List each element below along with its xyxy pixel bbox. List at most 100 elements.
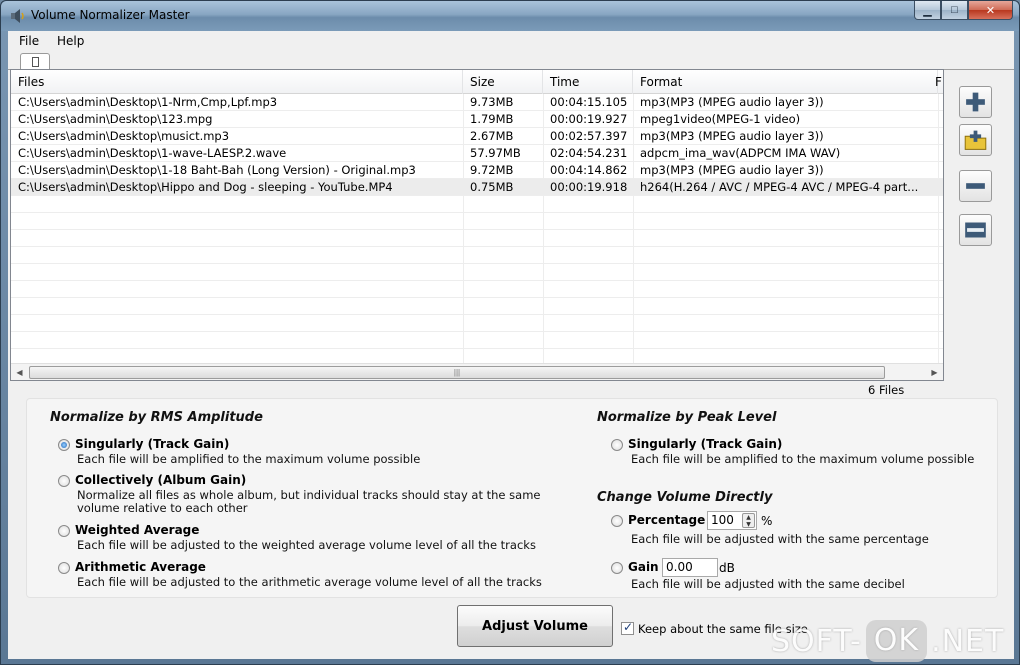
rms-option-label[interactable]: Weighted Average	[75, 523, 199, 537]
cell-file: C:\Users\admin\Desktop\1-Nrm,Cmp,Lpf.mp3	[18, 95, 278, 109]
scroll-right-icon[interactable]: ▶	[926, 364, 943, 381]
menu-help[interactable]: Help	[57, 34, 84, 48]
table-row	[11, 196, 943, 213]
list-body: C:\Users\admin\Desktop\1-Nrm,Cmp,Lpf.mp3…	[11, 94, 943, 364]
tab-strip	[8, 51, 1014, 71]
menu-bar: File Help	[8, 31, 1014, 51]
gain-value: 0.00	[666, 560, 693, 574]
table-row[interactable]: C:\Users\admin\Desktop\1-Nrm,Cmp,Lpf.mp3…	[11, 94, 943, 111]
minimize-button[interactable]: ▁	[914, 1, 941, 20]
rms-option-label[interactable]: Arithmetic Average	[75, 560, 206, 574]
adjust-volume-button[interactable]: Adjust Volume	[457, 605, 613, 647]
table-row	[11, 349, 943, 364]
percentage-value: 100	[711, 513, 734, 527]
rms-option-desc: Each file will be adjusted to the weight…	[77, 538, 536, 552]
rms-option-radio[interactable]	[58, 475, 70, 487]
options-panel: Normalize by RMS Amplitude Singularly (T…	[26, 398, 998, 598]
plus-icon	[966, 92, 985, 112]
table-row	[11, 247, 943, 264]
table-row[interactable]: C:\Users\admin\Desktop\Hippo and Dog - s…	[11, 179, 943, 196]
cell-time: 00:00:19.927	[550, 112, 628, 126]
cell-file: C:\Users\admin\Desktop\1-wave-LAESP.2.wa…	[18, 146, 287, 160]
cell-time: 02:04:54.231	[550, 146, 628, 160]
gain-label[interactable]: Gain	[628, 560, 659, 574]
horizontal-scrollbar[interactable]: ◀ ||| ▶	[11, 363, 943, 380]
direct-section-title: Change Volume Directly	[597, 490, 773, 505]
percentage-unit: %	[761, 514, 773, 528]
checkmark-icon: ✓	[623, 620, 634, 634]
scroll-left-icon[interactable]: ◀	[11, 364, 28, 381]
cell-format: mp3(MP3 (MPEG audio layer 3))	[640, 163, 824, 177]
table-row	[11, 213, 943, 230]
peak-singularly-radio[interactable]	[611, 439, 623, 451]
watermark-logo: SOFT- OK .NET	[771, 619, 1004, 663]
percentage-radio[interactable]	[611, 515, 623, 527]
scroll-thumb[interactable]: |||	[29, 366, 885, 379]
clear-list-icon	[965, 222, 986, 238]
cell-time: 00:04:14.862	[550, 163, 628, 177]
percentage-label[interactable]: Percentage	[628, 513, 705, 527]
rms-option-label[interactable]: Singularly (Track Gain)	[75, 437, 229, 451]
file-list[interactable]: Files Size Time Format F C:\Users\admin\…	[10, 69, 944, 381]
rms-option-radio[interactable]	[58, 525, 70, 537]
rms-option-radio[interactable]	[58, 439, 70, 451]
minus-icon	[966, 183, 985, 189]
title-bar[interactable]: Volume Normalizer Master ▁ □ ✕	[1, 1, 1019, 31]
watermark-ok: OK	[865, 620, 928, 662]
keep-size-checkbox[interactable]: ✓	[621, 620, 634, 635]
rms-section-title: Normalize by RMS Amplitude	[50, 410, 263, 425]
column-size[interactable]: Size	[463, 70, 543, 94]
document-icon	[32, 57, 39, 67]
table-row[interactable]: C:\Users\admin\Desktop\musict.mp3 2.67MB 0…	[11, 128, 943, 145]
cell-size: 1.79MB	[470, 112, 514, 126]
column-files[interactable]: Files	[11, 70, 463, 94]
cell-time: 00:04:15.105	[550, 95, 628, 109]
percentage-input[interactable]: 100 ▲ ▼	[707, 511, 757, 530]
watermark-left: SOFT-	[771, 623, 862, 659]
column-extra[interactable]: F	[933, 70, 945, 94]
table-row	[11, 332, 943, 349]
table-row[interactable]: C:\Users\admin\Desktop\1-wave-LAESP.2.wa…	[11, 145, 943, 162]
window-title: Volume Normalizer Master	[31, 8, 190, 22]
table-row	[11, 230, 943, 247]
gain-radio[interactable]	[611, 562, 623, 574]
add-folder-button[interactable]	[959, 124, 992, 156]
peak-singularly-desc: Each file will be amplified to the maxim…	[631, 452, 975, 466]
add-files-button[interactable]	[959, 86, 992, 118]
cell-format: mp3(MP3 (MPEG audio layer 3))	[640, 95, 824, 109]
app-window: Volume Normalizer Master ▁ □ ✕ File Help…	[0, 0, 1020, 665]
cell-size: 0.75MB	[470, 180, 514, 194]
cell-size: 2.67MB	[470, 129, 514, 143]
column-format[interactable]: Format	[633, 70, 938, 94]
close-button[interactable]: ✕	[968, 1, 1013, 20]
table-row	[11, 264, 943, 281]
cell-time: 00:00:19.918	[550, 180, 628, 194]
remove-file-button[interactable]	[959, 170, 992, 202]
column-time[interactable]: Time	[543, 70, 633, 94]
rms-option-radio[interactable]	[58, 562, 70, 574]
rms-option-label[interactable]: Collectively (Album Gain)	[75, 473, 246, 487]
peak-singularly-label[interactable]: Singularly (Track Gain)	[628, 437, 782, 451]
cell-format: adpcm_ima_wav(ADPCM IMA WAV)	[640, 146, 841, 160]
menu-file[interactable]: File	[19, 34, 39, 48]
table-row	[11, 281, 943, 298]
clear-list-button[interactable]	[959, 214, 992, 246]
client-area: File Help Files Size Time Format F C:\Us…	[8, 31, 1014, 659]
cell-file: C:\Users\admin\Desktop\123.mpg	[18, 112, 213, 126]
peak-section-title: Normalize by Peak Level	[597, 410, 777, 425]
window-controls: ▁ □ ✕	[914, 1, 1013, 21]
table-row[interactable]: C:\Users\admin\Desktop\1-18 Baht-Bah (Lo…	[11, 162, 943, 179]
maximize-button[interactable]: □	[941, 1, 968, 20]
rms-option-desc: Each file will be adjusted to the arithm…	[77, 575, 542, 589]
table-row[interactable]: C:\Users\admin\Desktop\123.mpg 1.79MB 00:0…	[11, 111, 943, 128]
cell-format: h264(H.264 / AVC / MPEG-4 AVC / MPEG-4 p…	[640, 180, 919, 194]
cell-file: C:\Users\admin\Desktop\musict.mp3	[18, 129, 230, 143]
cell-size: 9.72MB	[470, 163, 514, 177]
cell-file: C:\Users\admin\Desktop\Hippo and Dog - s…	[18, 180, 393, 194]
gain-input[interactable]: 0.00	[662, 558, 718, 577]
cell-file: C:\Users\admin\Desktop\1-18 Baht-Bah (Lo…	[18, 163, 416, 177]
percentage-desc: Each file will be adjusted with the same…	[631, 532, 929, 546]
spin-arrows-icon[interactable]: ▲ ▼	[742, 513, 755, 528]
table-row	[11, 315, 943, 332]
rms-option-desc: Each file will be amplified to the maxim…	[77, 452, 421, 466]
